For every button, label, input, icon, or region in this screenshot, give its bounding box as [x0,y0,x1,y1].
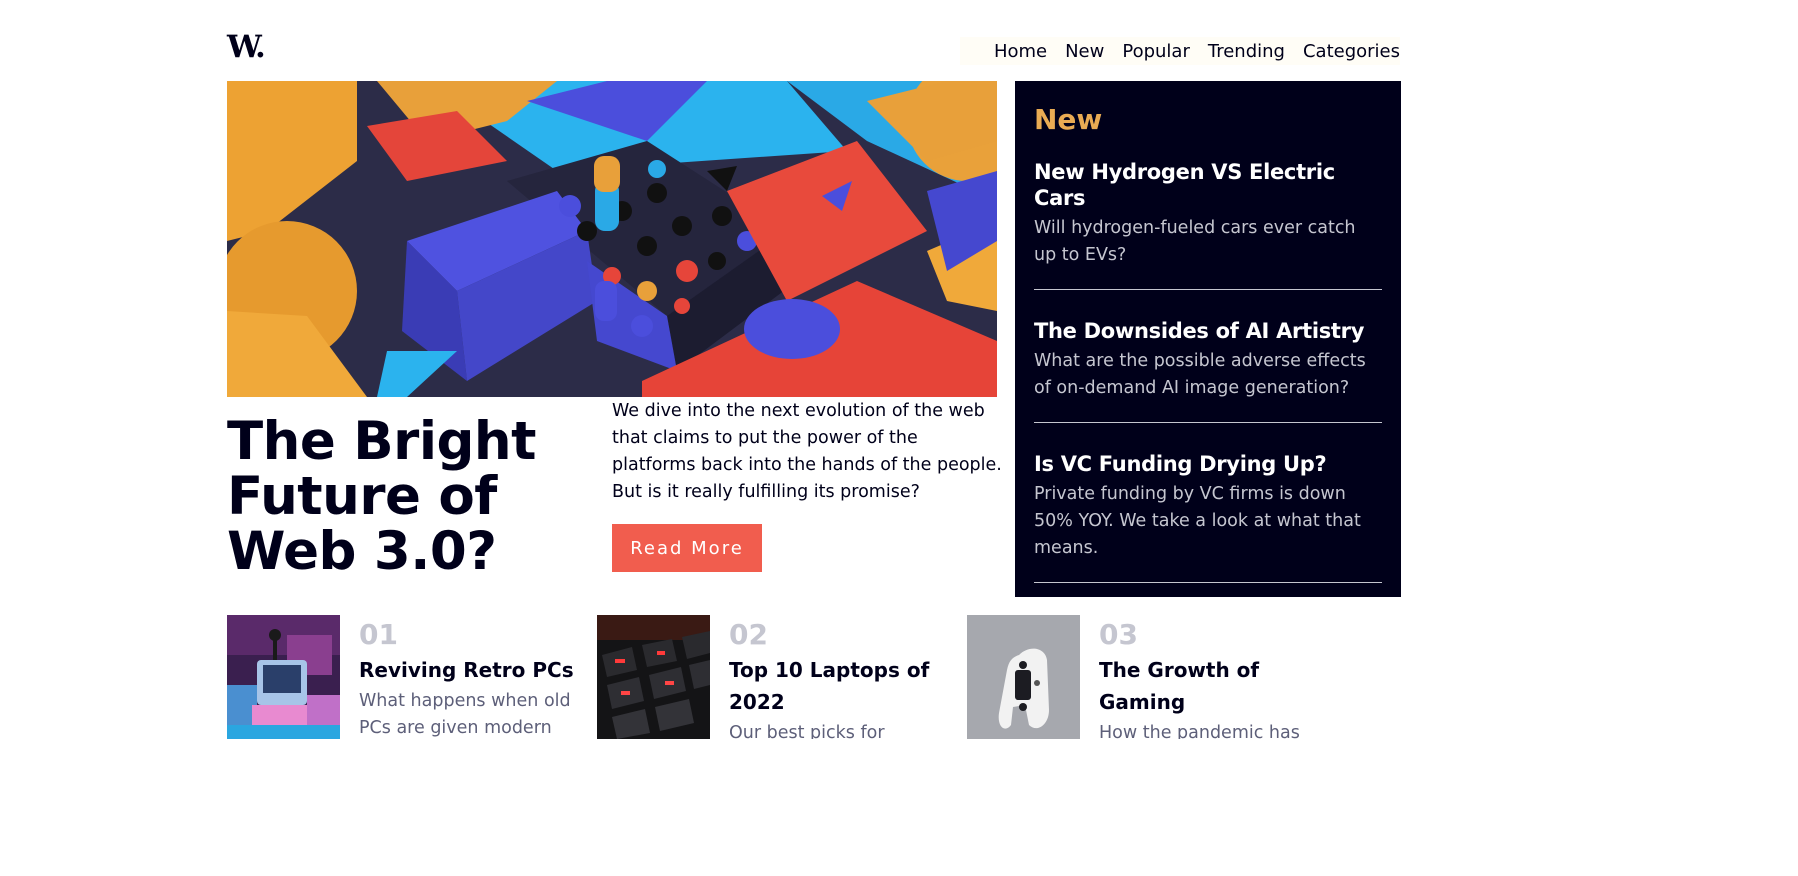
nav-new[interactable]: New [1065,41,1104,62]
nav-popular[interactable]: Popular [1122,41,1190,62]
card-body: 03 The Growth of Gaming How the pandemic… [1099,618,1319,740]
game-controller-thumbnail[interactable] [967,615,1080,739]
sidebar-heading: New [1034,103,1103,136]
article-card[interactable]: 02 Top 10 Laptops of 2022 Our best picks… [597,615,957,739]
sidebar-article-title[interactable]: Is VC Funding Drying Up? [1034,451,1382,477]
sidebar-article-description: What are the possible adverse effects of… [1034,351,1366,398]
sidebar-article-description: Will hydrogen-fueled cars ever catch up … [1034,218,1356,265]
nav-trending[interactable]: Trending [1208,41,1285,62]
card-number: 01 [359,618,398,651]
new-sidebar: New New Hydrogen VS Electric Cars Will h… [1015,81,1401,597]
card-body: 02 Top 10 Laptops of 2022 Our best picks… [729,618,949,740]
card-description: How the pandemic has [1099,723,1300,739]
card-title[interactable]: Top 10 Laptops of 2022 [729,654,949,718]
article-card[interactable]: 03 The Growth of Gaming How the pandemic… [967,615,1327,739]
card-number: 03 [1099,618,1138,651]
sidebar-article-title[interactable]: New Hydrogen VS Electric Cars [1034,159,1382,211]
hero-image [227,81,997,397]
card-body: 01 Reviving Retro PCs What happens when … [359,619,579,739]
hero-description: We dive into the next evolution of the w… [612,401,1002,502]
sidebar-article-title[interactable]: The Downsides of AI Artistry [1034,318,1382,344]
retro-pc-thumbnail[interactable] [227,615,340,739]
card-title[interactable]: Reviving Retro PCs [359,654,579,686]
sidebar-article: Is VC Funding Drying Up? Private funding… [1034,445,1382,583]
sidebar-article: The Downsides of AI Artistry What are th… [1034,312,1382,423]
read-more-button[interactable]: Read More [612,524,762,572]
hero-title: The Bright Future of Web 3.0? [227,411,537,582]
nav-categories[interactable]: Categories [1303,41,1400,62]
site-logo[interactable]: W. [227,30,266,64]
article-card[interactable]: 01 Reviving Retro PCs What happens when … [227,615,587,739]
featured-cards: 01 Reviving Retro PCs What happens when … [227,615,1337,739]
card-title[interactable]: The Growth of Gaming [1099,654,1319,718]
page: W. Home New Popular Trending Categories [0,0,1798,876]
sidebar-article: New Hydrogen VS Electric Cars Will hydro… [1034,153,1382,290]
card-number: 02 [729,618,768,651]
nav-home[interactable]: Home [994,41,1047,62]
sidebar-article-description: Private funding by VC firms is down 50% … [1034,484,1361,558]
card-description: What happens when old PCs are given mode… [359,691,571,738]
card-description: Our best picks for various [729,723,885,739]
laptop-keyboard-thumbnail[interactable] [597,615,710,739]
main-nav: Home New Popular Trending Categories [960,37,1400,65]
